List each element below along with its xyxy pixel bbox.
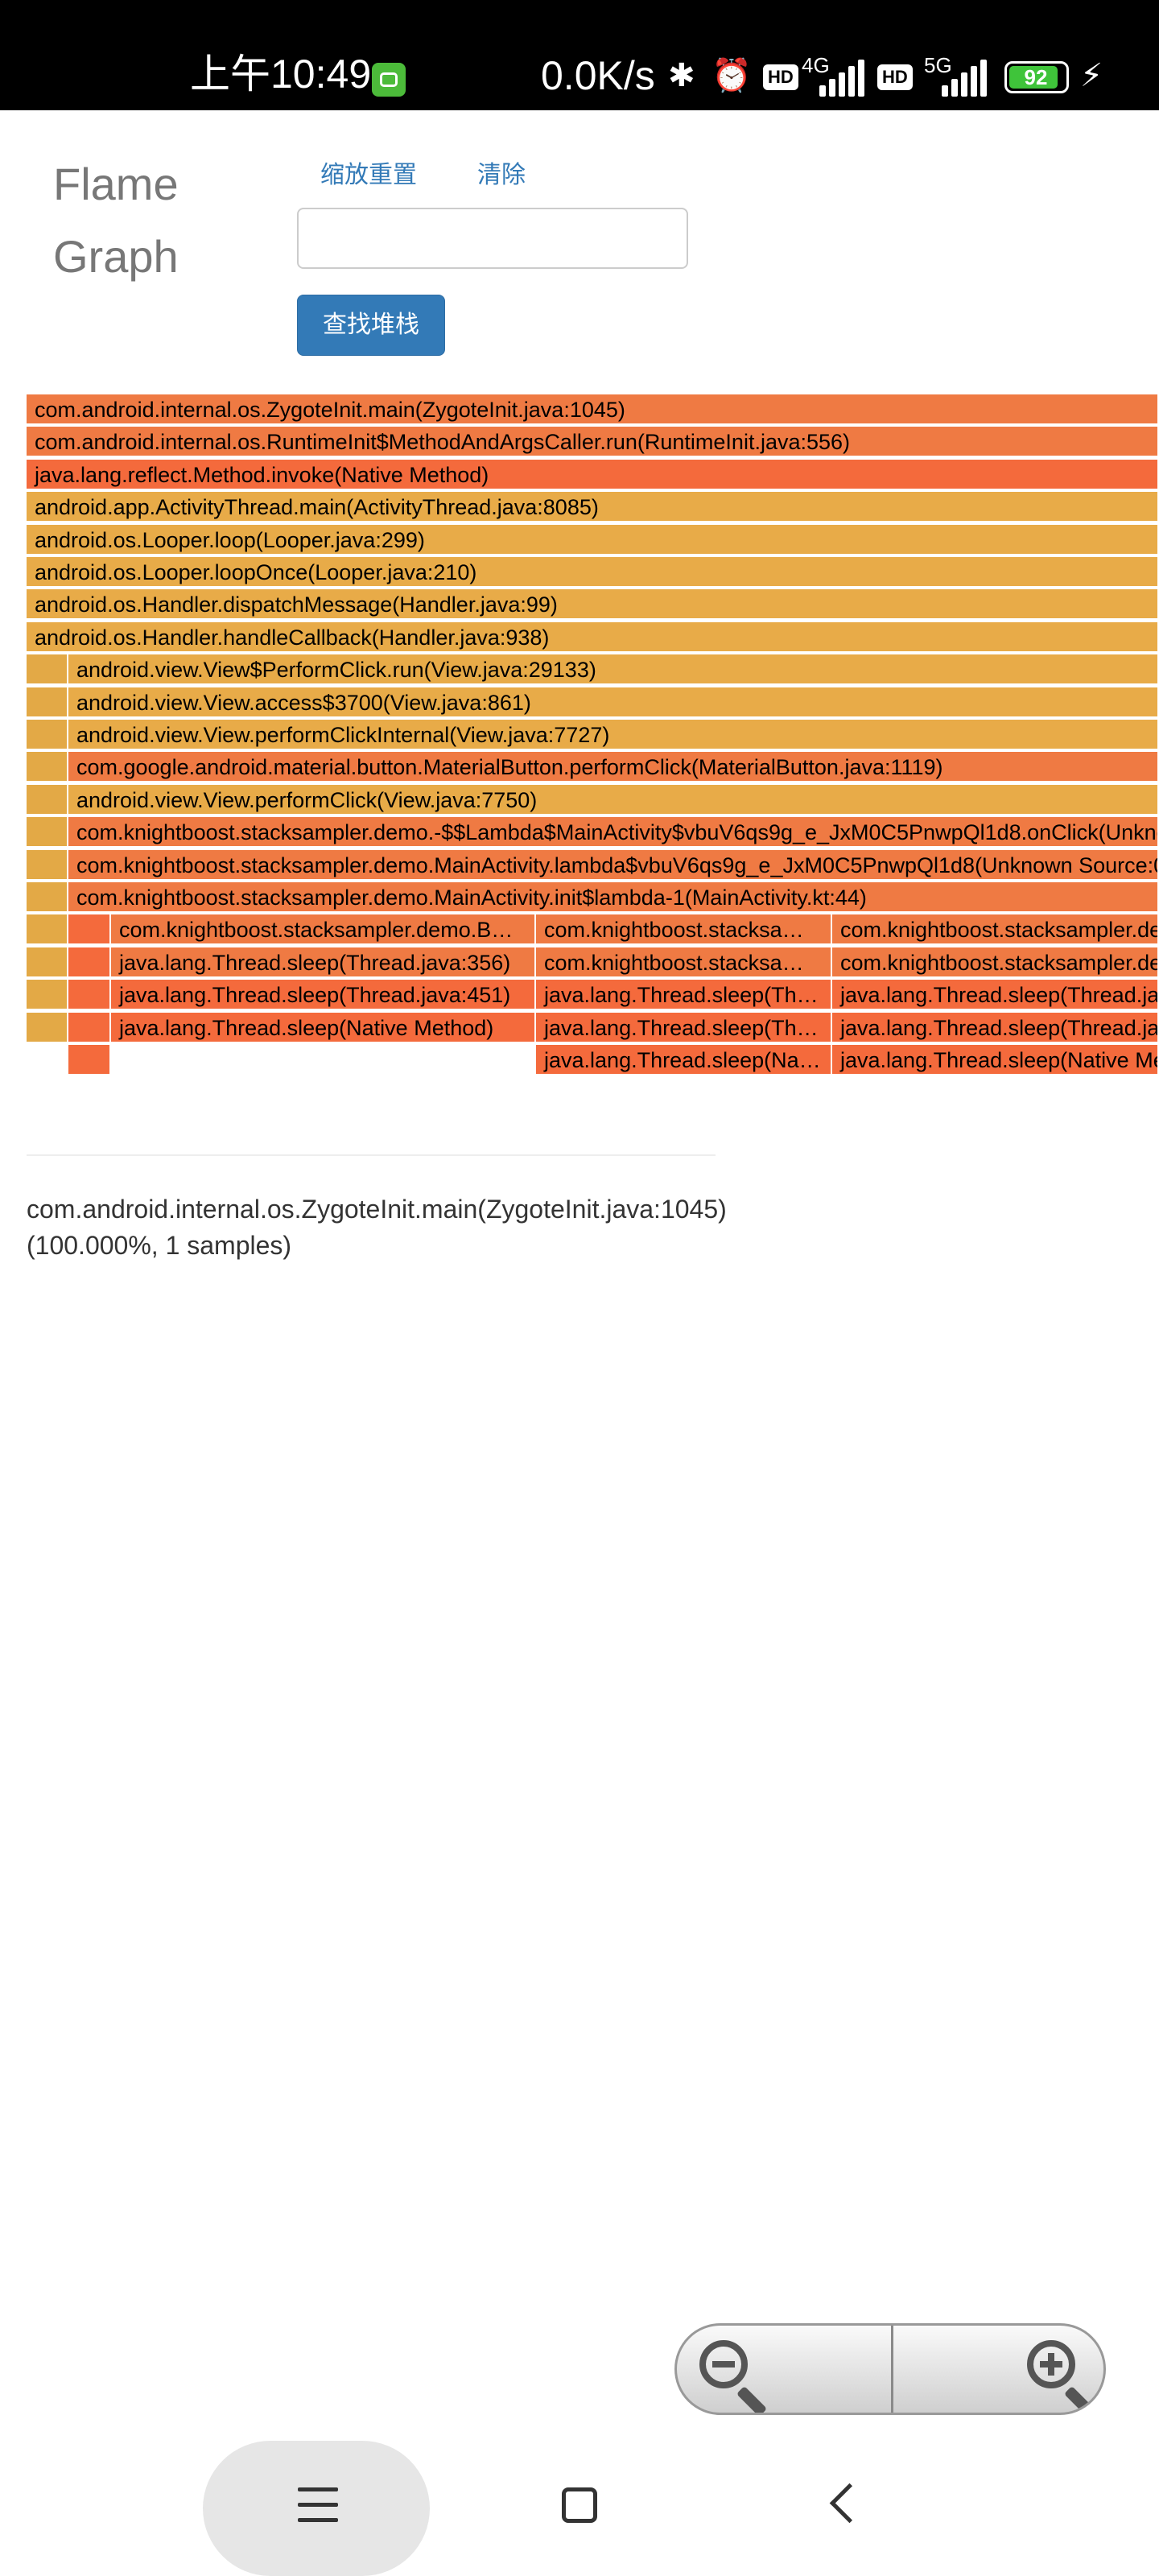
flame-frame-narrow[interactable] [27,882,68,913]
bluetooth-icon: ✱ [668,58,695,93]
flame-frame[interactable]: com.android.internal.os.RuntimeInit$Meth… [27,427,1159,458]
flame-frame-narrow[interactable] [68,914,111,946]
flame-frame[interactable]: com.knightboost.stacksa… [536,947,832,978]
page-title: Flame Graph [53,159,179,282]
flame-frame[interactable]: java.lang.Thread.sleep(Native Me [832,1045,1159,1075]
flame-frame[interactable]: java.lang.reflect.Method.invoke(Native M… [27,459,1159,490]
flame-frame[interactable]: java.lang.Thread.sleep(Native Method) [111,1012,536,1043]
menu-icon[interactable] [298,2487,338,2523]
flame-frame[interactable]: android.view.View.performClickInternal(V… [68,720,1159,750]
signal-strength-icon [942,60,990,97]
zoom-in-button[interactable] [893,2326,1103,2413]
flame-frame-narrow[interactable] [27,720,68,750]
flame-frame[interactable]: com.knightboost.stacksampler.demo.MainAc… [68,849,1159,881]
flame-frame[interactable]: com.knightboost.stacksampler.demo. [832,947,1159,978]
zoom-in-icon [1027,2340,1075,2388]
home-icon[interactable] [562,2487,597,2523]
flame-frame[interactable]: com.knightboost.stacksampler.demo. [832,914,1159,946]
flame-frame-narrow[interactable] [68,1045,111,1075]
flame-frame[interactable]: com.knightboost.stacksa… [536,914,832,946]
flame-frame[interactable]: java.lang.Thread.sleep(Thread.java:451) [111,980,536,1011]
flame-frame[interactable]: com.android.internal.os.ZygoteInit.main(… [27,394,1159,425]
back-icon[interactable] [829,2483,870,2524]
flame-frame-narrow[interactable] [27,687,68,718]
flame-frame[interactable]: java.lang.Thread.sleep(Th… [536,1012,832,1043]
zoom-out-icon [699,2340,748,2388]
details-frame-name: com.android.internal.os.ZygoteInit.main(… [27,1195,727,1224]
flame-frame[interactable]: android.view.View.access$3700(View.java:… [68,687,1159,718]
flame-frame[interactable]: android.os.Handler.handleCallback(Handle… [27,621,1159,653]
divider [27,1154,716,1156]
flame-graph: com.android.internal.os.ZygoteInit.main(… [27,394,1159,1079]
search-input[interactable] [297,208,688,269]
flame-frame[interactable]: java.lang.Thread.sleep(Thread.java:356) [111,947,536,978]
flame-frame-narrow[interactable] [68,947,111,978]
flame-frame-narrow[interactable] [27,654,68,686]
details-panel: com.android.internal.os.ZygoteInit.main(… [27,1191,727,1264]
flame-frame[interactable]: com.google.android.material.button.Mater… [68,752,1159,783]
flame-frame-narrow[interactable] [27,849,68,881]
alarm-icon: ⏰ [711,58,752,93]
hd-badge-2: HD [877,64,913,90]
flame-frame[interactable]: java.lang.Thread.sleep(Th… [536,980,832,1011]
flame-frame[interactable]: android.os.Looper.loop(Looper.java:299) [27,524,1159,555]
status-time: 上午10:49 [190,52,372,97]
battery-icon: 92 [1004,61,1069,93]
flame-frame-narrow[interactable] [68,1012,111,1043]
flame-frame-narrow[interactable] [27,980,68,1011]
notification-app-icon [372,63,406,97]
search-stack-button[interactable]: 查找堆栈 [297,295,445,356]
network-speed: 0.0K/s [541,53,655,98]
flame-frame[interactable]: com.knightboost.stacksampler.demo.MainAc… [68,882,1159,913]
battery-level: 92 [1024,65,1048,89]
flame-frame-narrow[interactable] [27,1012,68,1043]
zoom-controls [674,2323,1106,2415]
flame-frame-narrow[interactable] [27,784,68,815]
flame-frame-narrow[interactable] [27,947,68,978]
reset-zoom-link[interactable]: 缩放重置 [320,158,417,193]
flame-frame[interactable]: android.app.ActivityThread.main(Activity… [27,492,1159,523]
flame-frame[interactable]: com.knightboost.stacksampler.demo.B… [111,914,536,946]
flame-frame[interactable]: android.view.View$PerformClick.run(View.… [68,654,1159,686]
clear-link[interactable]: 清除 [477,158,526,193]
flame-frame-narrow[interactable] [27,752,68,783]
details-stats: (100.000%, 1 samples) [27,1231,292,1260]
flame-frame-narrow[interactable] [27,914,68,946]
flame-frame[interactable]: java.lang.Thread.sleep(Thread.java [832,1012,1159,1043]
flame-frame[interactable]: android.os.Looper.loopOnce(Looper.java:2… [27,557,1159,588]
hd-badge-1: HD [763,64,798,90]
flame-frame-narrow[interactable] [27,817,68,848]
flame-frame[interactable]: com.knightboost.stacksampler.demo.-$$Lam… [68,817,1159,848]
signal-strength-icon [819,60,868,97]
zoom-out-button[interactable] [677,2326,891,2413]
charging-icon: ⚡ [1080,58,1103,93]
flame-frame[interactable]: android.view.View.performClick(View.java… [68,784,1159,815]
flame-frame[interactable]: java.lang.Thread.sleep(Na… [536,1045,832,1075]
status-bar: 上午10:49 0.0K/s ✱ ⏰ HD 4G HD 5G 92 ⚡ [0,0,1159,110]
flame-frame[interactable]: android.os.Handler.dispatchMessage(Handl… [27,589,1159,621]
flame-frame[interactable]: java.lang.Thread.sleep(Thread.java [832,980,1159,1011]
flame-frame-narrow[interactable] [68,980,111,1011]
